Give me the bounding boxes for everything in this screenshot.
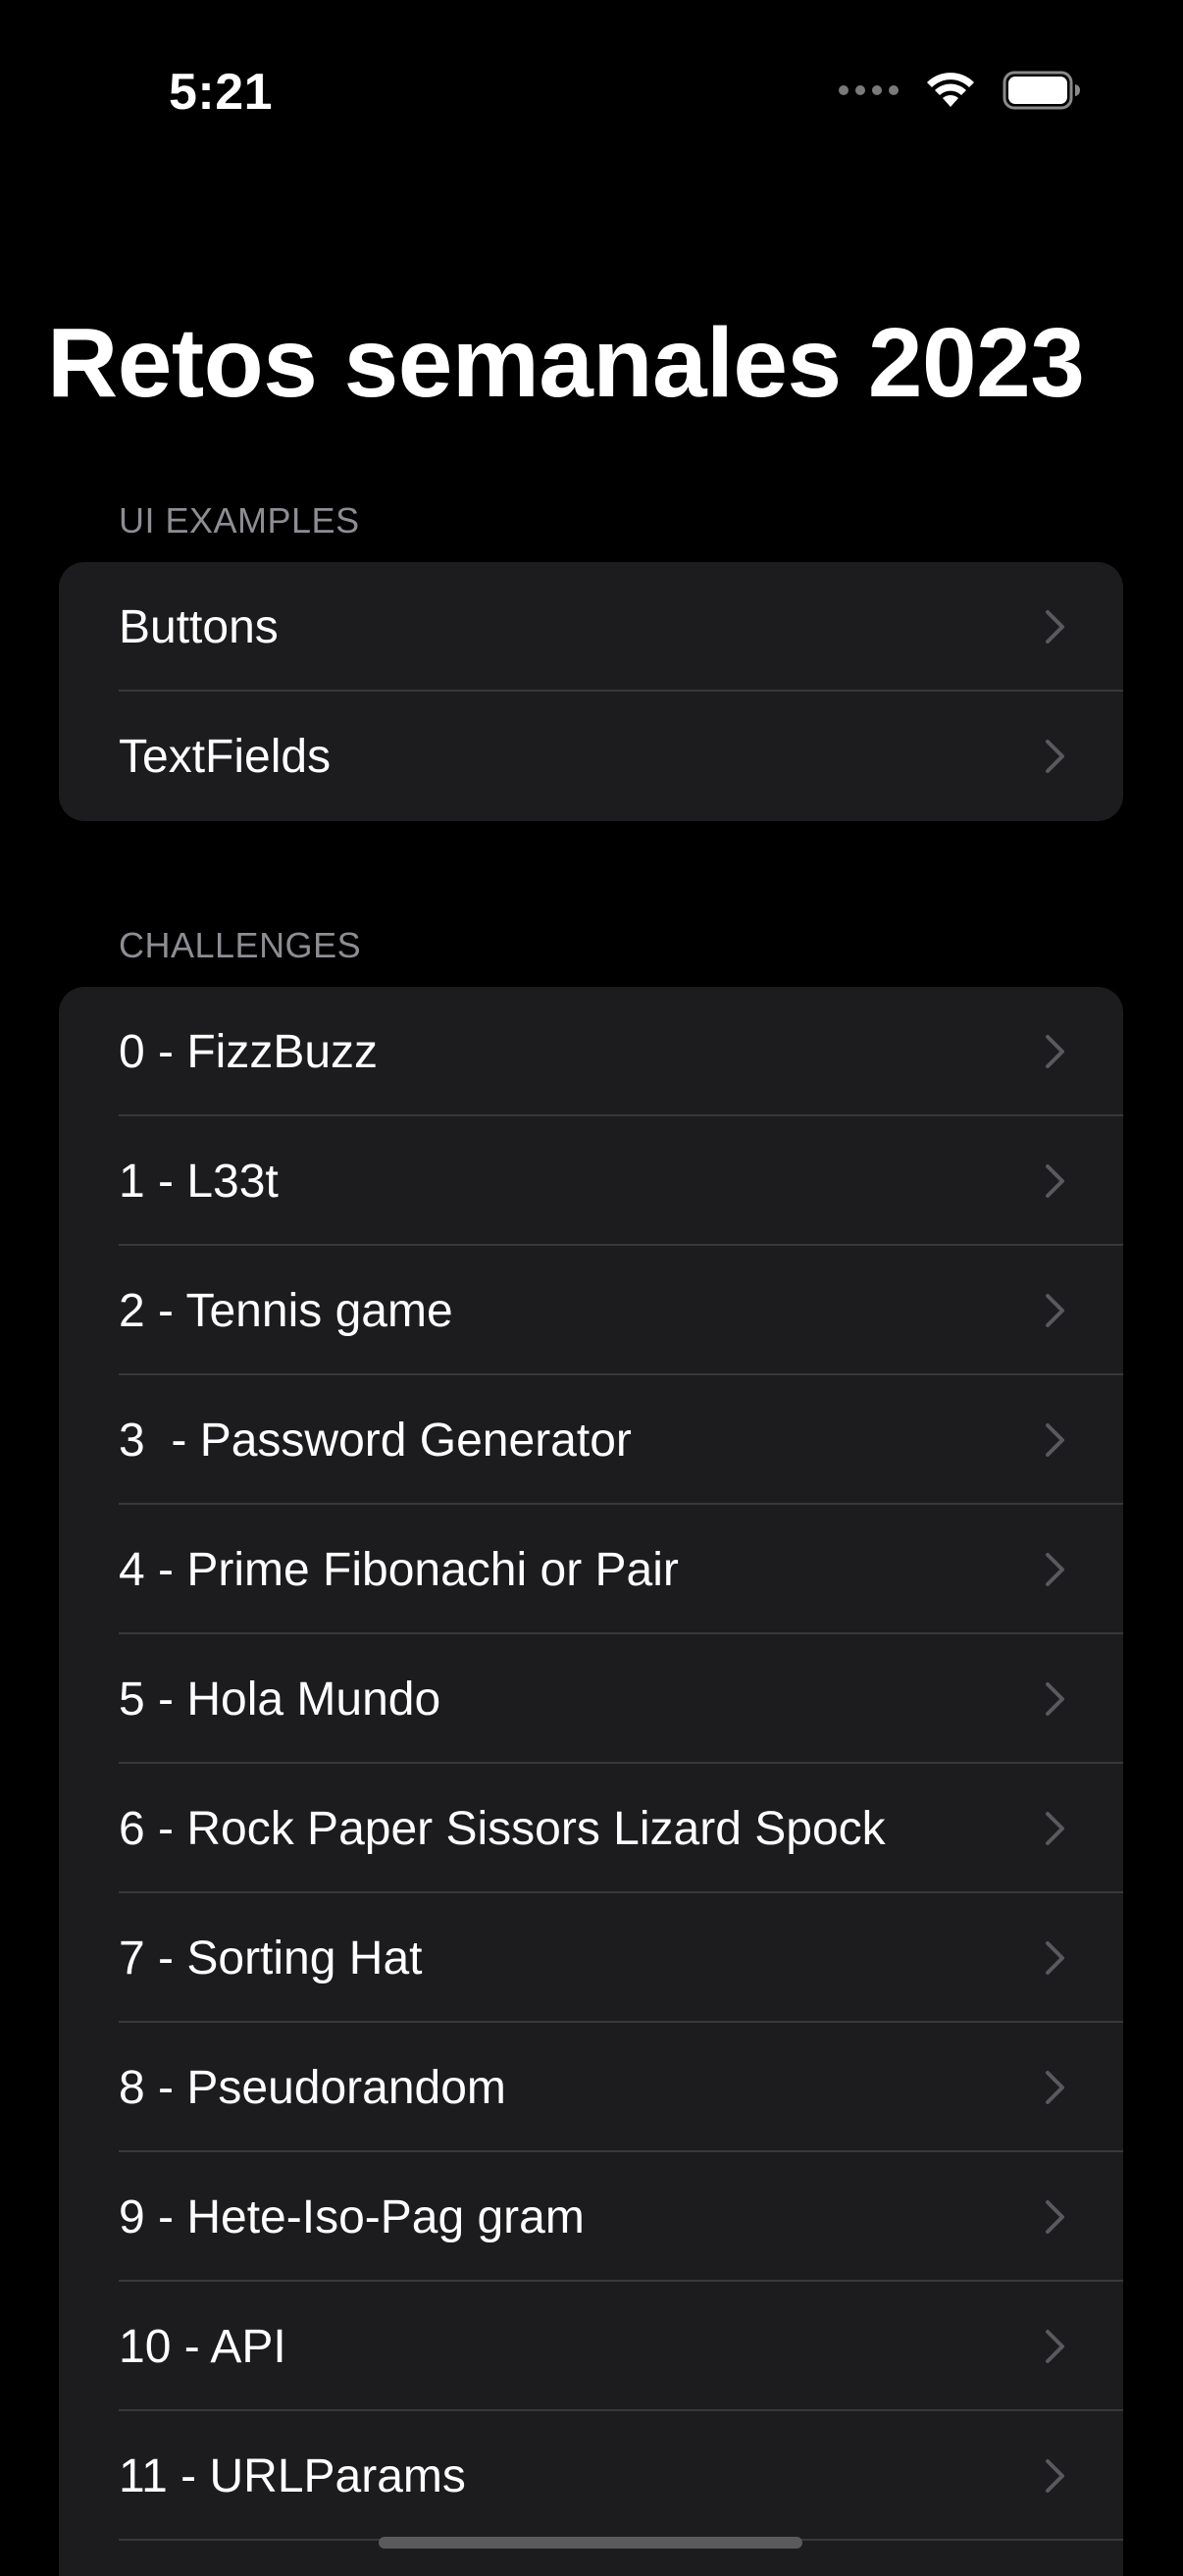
list-item-label: 7 - Sorting Hat (119, 1932, 423, 1984)
chevron-right-icon (1046, 2071, 1064, 2104)
list-item-label: Buttons (119, 600, 279, 653)
list-item-challenge-1[interactable]: 1 - L33t (59, 1116, 1123, 1246)
list-item-label: 0 - FizzBuzz (119, 1025, 379, 1078)
chevron-right-icon (1046, 1294, 1064, 1327)
chevron-right-icon (1046, 740, 1064, 773)
list-item-label: 1 - L33t (119, 1155, 279, 1208)
list-item-label: 11 - URLParams (119, 2449, 466, 2502)
chevron-right-icon (1046, 1164, 1064, 1198)
status-time: 5:21 (169, 64, 274, 121)
chevron-right-icon (1046, 2459, 1064, 2493)
list-item-label: TextFields (119, 730, 332, 783)
list-item-challenge-7[interactable]: 7 - Sorting Hat (59, 1893, 1123, 2023)
list-item-challenge-2[interactable]: 2 - Tennis game (59, 1246, 1123, 1375)
chevron-right-icon (1046, 610, 1064, 644)
home-indicator[interactable] (379, 2537, 802, 2549)
list-item-label: 5 - Hola Mundo (119, 1673, 441, 1726)
list-item-label: 2 - Tennis game (119, 1284, 453, 1337)
list-item-buttons[interactable]: Buttons (59, 562, 1123, 692)
page-title: Retos semanales 2023 (47, 308, 1085, 418)
challenges-list: 0 - FizzBuzz 1 - L33t 2 - Tennis game 3 … (59, 987, 1123, 2576)
chevron-right-icon (1046, 1682, 1064, 1716)
list-item-label: 8 - Pseudorandom (119, 2061, 506, 2114)
list-item-challenge-3[interactable]: 3 - Password Generator (59, 1375, 1123, 1505)
battery-icon (1003, 71, 1080, 110)
chevron-right-icon (1046, 2200, 1064, 2234)
list-item-challenge-8[interactable]: 8 - Pseudorandom (59, 2023, 1123, 2152)
list-item-challenge-6[interactable]: 6 - Rock Paper Sissors Lizard Spock (59, 1764, 1123, 1893)
list-item-challenge-5[interactable]: 5 - Hola Mundo (59, 1634, 1123, 1764)
list-item-label: 6 - Rock Paper Sissors Lizard Spock (119, 1802, 886, 1855)
list-item-label: 9 - Hete-Iso-Pag gram (119, 2190, 585, 2243)
chevron-right-icon (1046, 1423, 1064, 1457)
list-item-challenge-0[interactable]: 0 - FizzBuzz (59, 987, 1123, 1116)
section-header-challenges: CHALLENGES (119, 925, 362, 965)
list-item-textfields[interactable]: TextFields (59, 692, 1123, 821)
status-icons (839, 71, 1081, 110)
list-item-label: 10 - API (119, 2320, 286, 2373)
ui-examples-list: Buttons TextFields (59, 562, 1123, 821)
chevron-right-icon (1046, 1941, 1064, 1975)
chevron-right-icon (1046, 2330, 1064, 2363)
chevron-right-icon (1046, 1035, 1064, 1068)
section-header-ui-examples: UI EXAMPLES (119, 500, 360, 541)
list-item-label: 3 - Password Generator (119, 1414, 632, 1467)
list-item-challenge-9[interactable]: 9 - Hete-Iso-Pag gram (59, 2152, 1123, 2282)
chevron-right-icon (1046, 1812, 1064, 1845)
list-item-label: 4 - Prime Fibonachi or Pair (119, 1543, 679, 1596)
chevron-right-icon (1046, 1553, 1064, 1586)
status-bar: 5:21 (0, 0, 1183, 186)
wifi-icon (927, 73, 974, 107)
signal-dots-icon (839, 85, 899, 95)
list-item-challenge-11[interactable]: 11 - URLParams (59, 2411, 1123, 2541)
list-item-challenge-10[interactable]: 10 - API (59, 2282, 1123, 2411)
list-item-challenge-4[interactable]: 4 - Prime Fibonachi or Pair (59, 1505, 1123, 1634)
